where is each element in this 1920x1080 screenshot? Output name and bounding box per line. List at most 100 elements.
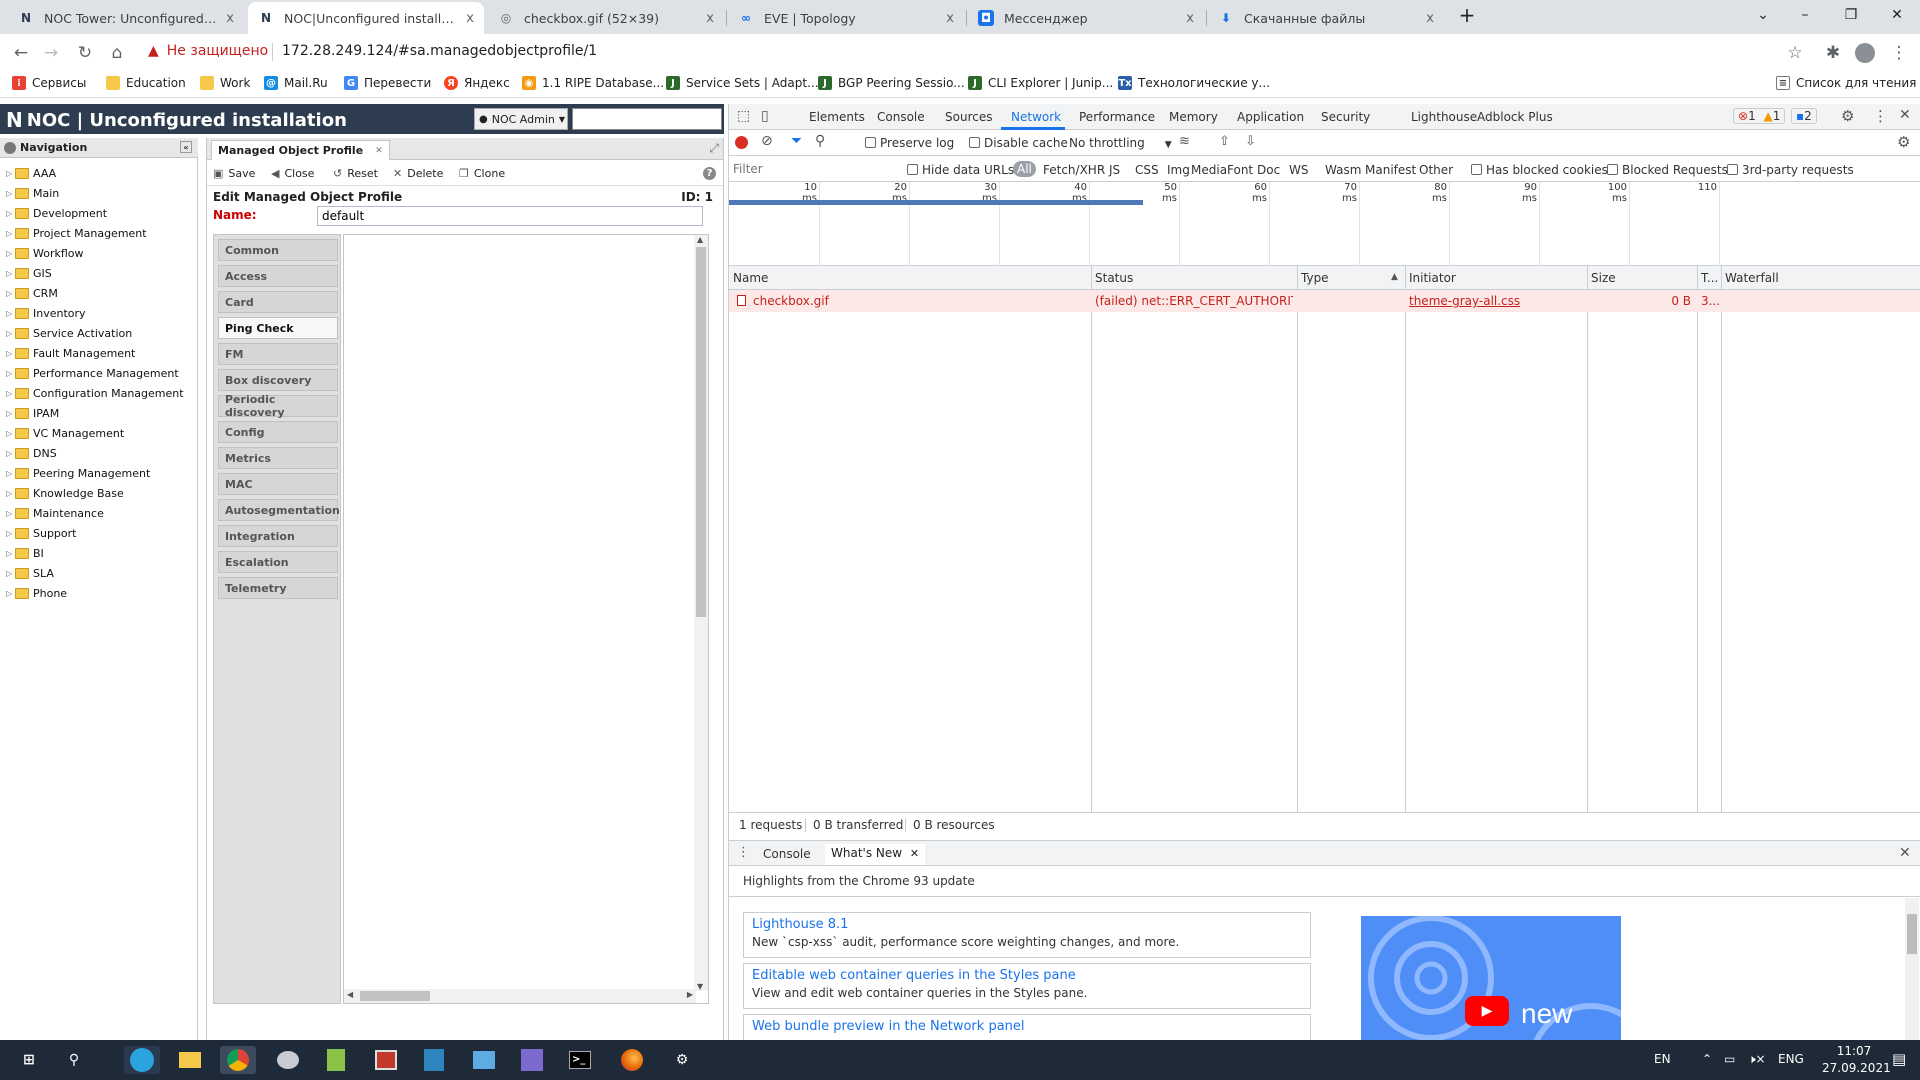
whats-new-card[interactable]: Lighthouse 8.1 New `csp-xss` audit, perf… [743, 912, 1311, 958]
tab-access[interactable]: Access [218, 265, 338, 287]
gear-icon[interactable]: ⚙ [1841, 107, 1854, 125]
tab-integration[interactable]: Integration [218, 525, 338, 547]
sidebar-item-crm[interactable]: ▷ CRM [6, 284, 58, 302]
scroll-down-icon[interactable]: ▼ [697, 982, 703, 991]
filter-type-other[interactable]: Other [1419, 163, 1453, 177]
filter-input[interactable] [733, 159, 905, 179]
close-icon[interactable]: x [1186, 11, 1194, 26]
chevron-right-icon[interactable]: ▷ [6, 509, 15, 518]
chevron-right-icon[interactable]: ▷ [6, 349, 15, 358]
chevron-right-icon[interactable]: ▷ [6, 409, 15, 418]
chevron-right-icon[interactable]: ▷ [6, 229, 15, 238]
tab-telemetry[interactable]: Telemetry [218, 577, 338, 599]
clock-date[interactable]: 27.09.2021 [1822, 1061, 1891, 1075]
notifications-icon[interactable]: ▤ [1892, 1050, 1906, 1068]
chevron-right-icon[interactable]: ▷ [6, 469, 15, 478]
column-size[interactable]: Size [1591, 271, 1616, 285]
bookmark-yandex[interactable]: Я Яндекс [444, 76, 510, 90]
network-tray-icon[interactable]: ▭ [1724, 1052, 1735, 1066]
chevron-right-icon[interactable]: ▷ [6, 429, 15, 438]
messages-counter[interactable]: ▪2 [1791, 108, 1817, 124]
chevron-right-icon[interactable]: ▷ [6, 489, 15, 498]
bookmark-service-sets[interactable]: J Service Sets | Adapt... [666, 76, 819, 90]
vertical-scrollbar[interactable]: ▲ ▼ [694, 235, 708, 991]
new-tab-button[interactable]: + [1452, 0, 1482, 30]
search-icon[interactable]: ⚲ [54, 1046, 94, 1074]
close-icon[interactable]: ✕ [910, 847, 919, 860]
bookmark-work[interactable]: Work [200, 76, 250, 90]
throttling-select[interactable]: No throttling ▼ [1069, 136, 1172, 150]
sidebar-item-ipam[interactable]: ▷ IPAM [6, 404, 59, 422]
network-conditions-icon[interactable]: ≋ [1179, 134, 1190, 149]
forward-arrow-icon[interactable]: → [38, 40, 64, 66]
tab-config[interactable]: Config [218, 421, 338, 443]
close-icon[interactable]: x [1426, 11, 1434, 26]
filter-type-manifest[interactable]: Manifest [1365, 163, 1416, 177]
back-arrow-icon[interactable]: ← [8, 40, 34, 66]
filter-icon[interactable]: ⏷ [791, 133, 802, 149]
column-type[interactable]: Type [1301, 271, 1329, 285]
windows-start-icon[interactable]: ⊞ [6, 1046, 52, 1074]
sidebar-item-knowledge-base[interactable]: ▷ Knowledge Base [6, 484, 124, 502]
bookmark-services[interactable]: ⁞ Сервисы [12, 76, 86, 90]
sidebar-item-fault-management[interactable]: ▷ Fault Management [6, 344, 135, 362]
device-toggle-icon[interactable]: ▯ [761, 108, 769, 124]
network-tool-icon[interactable] [466, 1046, 502, 1074]
gear-icon[interactable]: ⚙ [1897, 133, 1910, 151]
remote-desktop-icon[interactable] [514, 1046, 550, 1074]
tab-search-icon[interactable]: ⌄ [1740, 0, 1786, 30]
browser-tab-noc-active[interactable]: N NOC|Unconfigured installation x [248, 2, 484, 34]
help-icon[interactable]: ? [703, 167, 716, 180]
chevron-right-icon[interactable]: ▷ [6, 209, 15, 218]
issues-counter[interactable]: ⊗1 ▲1 [1733, 108, 1786, 124]
chevron-right-icon[interactable]: ▷ [6, 569, 15, 578]
sidebar-item-main[interactable]: ▷ Main [6, 184, 59, 202]
close-icon[interactable]: ✕ [375, 146, 383, 156]
tab-box-discovery[interactable]: Box discovery [218, 369, 338, 391]
reset-button[interactable]: ↺ Reset [333, 167, 378, 180]
global-search-input[interactable] [572, 108, 722, 130]
chevron-right-icon[interactable]: ▷ [6, 169, 15, 178]
tab-ping-check[interactable]: Ping Check [218, 317, 338, 339]
sidebar-item-support[interactable]: ▷ Support [6, 524, 76, 542]
browser-tab-noc-tower[interactable]: N NOC Tower: Unconfigured install x [8, 2, 244, 34]
close-button[interactable]: ◀ Close [271, 167, 314, 180]
sidebar-item-workflow[interactable]: ▷ Workflow [6, 244, 84, 262]
preserve-log-checkbox[interactable]: Preserve log [865, 136, 954, 150]
sidebar-item-bi[interactable]: ▷ BI [6, 544, 44, 562]
sidebar-item-aaa[interactable]: ▷ AAA [6, 164, 56, 182]
devtools-tab-security[interactable]: Security [1321, 110, 1370, 124]
devtools-tab-network[interactable]: Network [1011, 110, 1061, 124]
tab-periodic-discovery[interactable]: Periodic discovery [218, 393, 338, 419]
network-overview-timeline[interactable]: 10 ms 20 ms 30 ms 40 ms 50 ms 60 ms 70 ms 80 ms… [729, 182, 1920, 266]
reading-list[interactable]: ≡ Список для чтения [1776, 76, 1916, 90]
input-language[interactable]: ENG [1778, 1052, 1804, 1066]
filter-type-img[interactable]: Img [1167, 163, 1190, 177]
youtube-play-icon[interactable]: ▶ [1465, 996, 1509, 1026]
tab-fm[interactable]: FM [218, 343, 338, 365]
browser-tab-checkbox-gif[interactable]: ◎ checkbox.gif (52×39) x [488, 2, 724, 34]
browser-tab-messenger[interactable]: ◘ Мессенджер x [968, 2, 1204, 34]
sidebar-item-configuration-management[interactable]: ▷ Configuration Management [6, 384, 184, 402]
blocked-cookies-checkbox[interactable]: Has blocked cookies [1471, 163, 1608, 177]
column-time[interactable]: T... [1701, 271, 1718, 285]
keyboard-language-indicator[interactable]: EN [1654, 1052, 1671, 1066]
scroll-right-icon[interactable]: ▶ [687, 990, 693, 999]
filter-type-wasm[interactable]: Wasm [1325, 163, 1361, 177]
chevron-right-icon[interactable]: ▷ [6, 449, 15, 458]
chevron-right-icon[interactable]: ▷ [6, 249, 15, 258]
close-icon[interactable]: x [946, 11, 954, 26]
bookmark-education[interactable]: Education [106, 76, 186, 90]
reload-icon[interactable]: ↻ [72, 40, 98, 66]
whats-new-card[interactable]: Web bundle preview in the Network panel [743, 1014, 1311, 1040]
bookmark-mailru[interactable]: @ Mail.Ru [264, 76, 328, 90]
tab-escalation[interactable]: Escalation [218, 551, 338, 573]
app-icon[interactable] [416, 1046, 452, 1074]
devtools-tab-lighthouse[interactable]: Lighthouse [1411, 110, 1477, 124]
chevron-right-icon[interactable]: ▷ [6, 329, 15, 338]
chevron-right-icon[interactable]: ▷ [6, 309, 15, 318]
sidebar-item-inventory[interactable]: ▷ Inventory [6, 304, 86, 322]
chrome-update-video-thumbnail[interactable]: ▶ new [1361, 916, 1621, 1040]
filter-type-media[interactable]: Media [1191, 163, 1227, 177]
maximize-button[interactable]: ❐ [1828, 0, 1874, 30]
